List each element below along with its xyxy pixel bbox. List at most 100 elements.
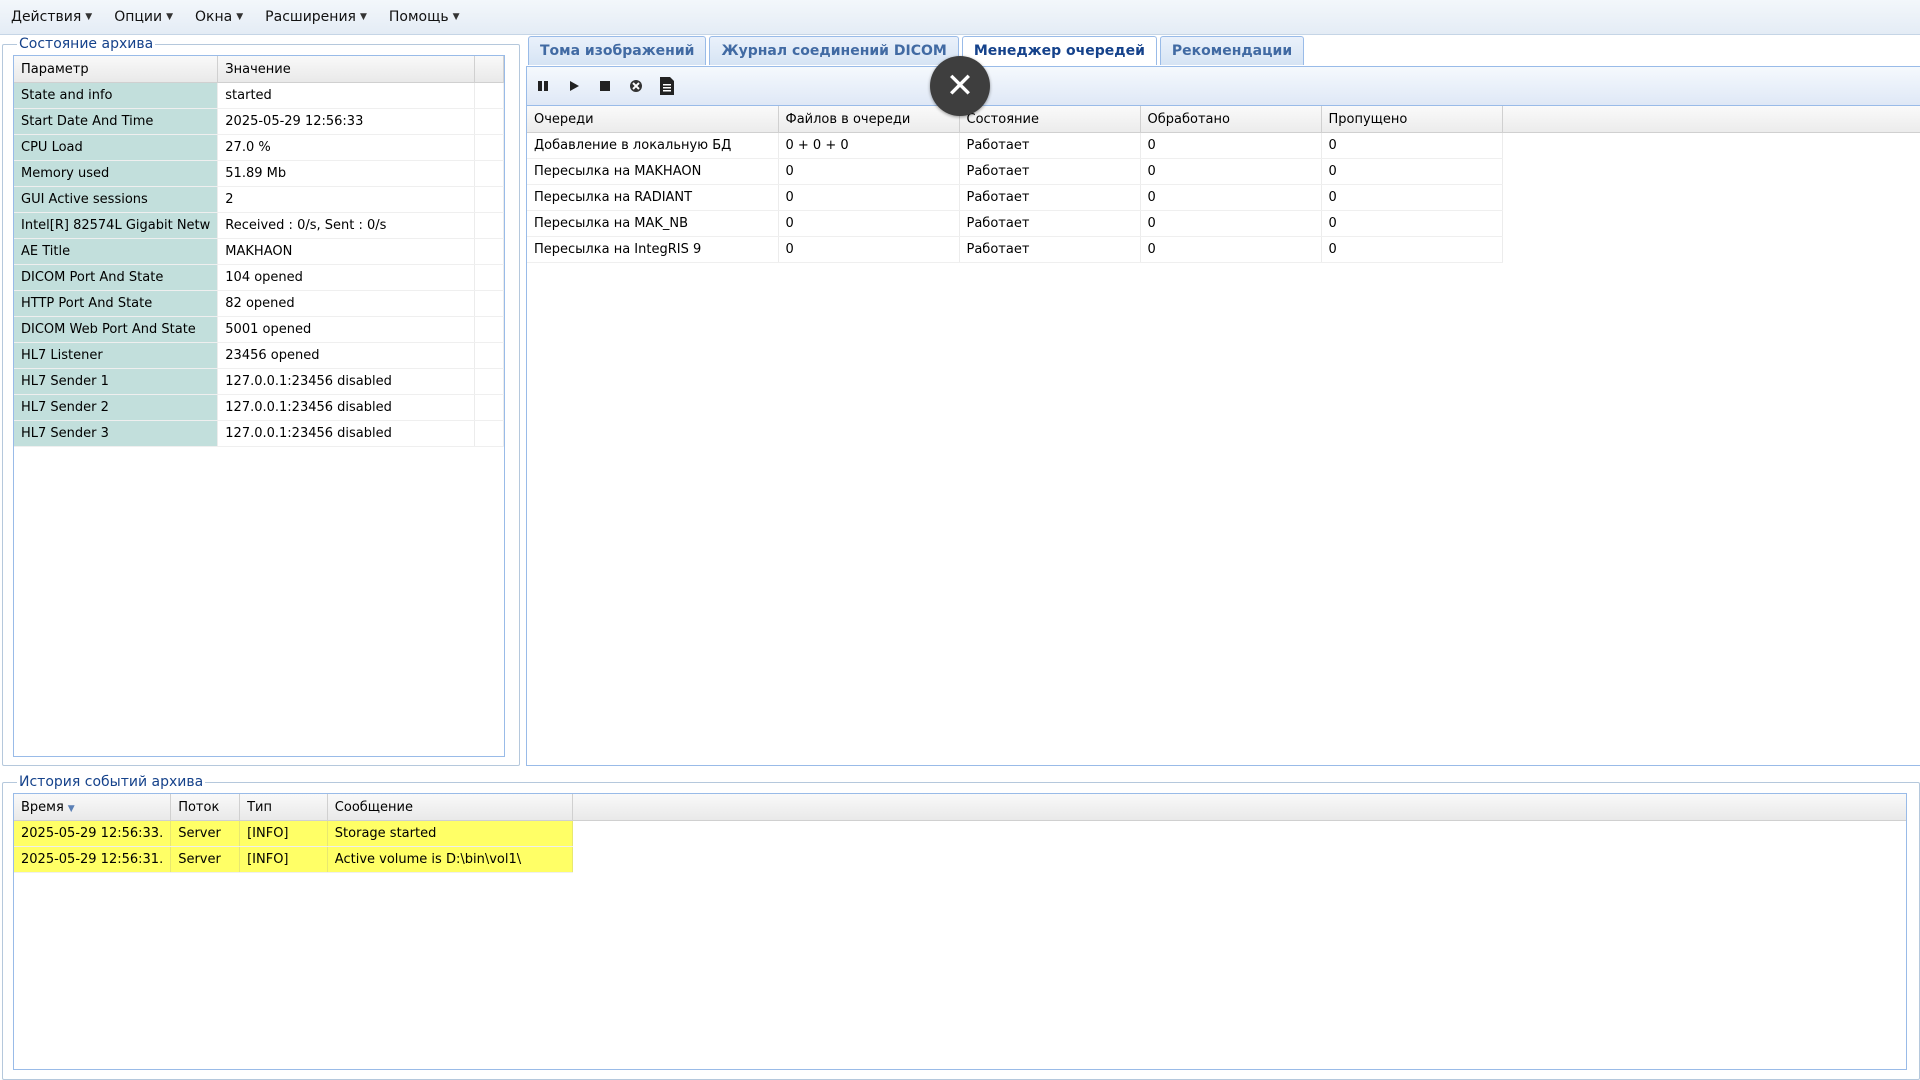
- table-row[interactable]: Memory used 51.89 Mb: [14, 160, 504, 187]
- parameter-cell: HL7 Sender 2: [14, 394, 219, 421]
- spacer-cell: [474, 186, 504, 213]
- value-cell: 104 opened: [217, 264, 475, 291]
- caret-down-icon: ▼: [236, 12, 244, 22]
- table-row[interactable]: AE Title MAKHAON: [14, 238, 504, 265]
- sort-descending-icon: ▼: [67, 803, 75, 814]
- spacer-cell: [1502, 237, 1920, 263]
- processed-cell: 0: [1140, 210, 1322, 237]
- spacer-cell: [474, 108, 504, 135]
- table-row[interactable]: Пересылка на MAK_NB 0 Работает 0 0: [527, 210, 1920, 237]
- column-header-files-in-queue[interactable]: Файлов в очереди: [778, 106, 960, 133]
- tab-image-volumes[interactable]: Тома изображений: [528, 36, 707, 65]
- column-header-queues[interactable]: Очереди: [527, 106, 779, 133]
- parameter-cell: HL7 Listener: [14, 342, 219, 369]
- clear-icon[interactable]: [626, 76, 646, 96]
- menu-options[interactable]: Опции ▼: [103, 0, 184, 34]
- queue-toolbar: [527, 67, 1920, 106]
- column-header-spacer: [1502, 106, 1920, 133]
- table-row[interactable]: 2025-05-29 12:56:33. Server [INFO] Storage …: [14, 820, 1906, 847]
- state-cell: Работает: [959, 132, 1141, 159]
- files-in-queue-cell: 0: [778, 210, 960, 237]
- spacer-cell: [1502, 211, 1920, 237]
- value-cell: 23456 opened: [217, 342, 475, 369]
- column-header-value[interactable]: Значение: [217, 56, 475, 83]
- table-row[interactable]: Пересылка на RADIANT 0 Работает 0 0: [527, 184, 1920, 211]
- table-row[interactable]: 2025-05-29 12:56:31. Server [INFO] Active v…: [14, 846, 1906, 873]
- processed-cell: 0: [1140, 236, 1322, 263]
- table-row[interactable]: HL7 Sender 1 127.0.0.1:23456 disabled: [14, 368, 504, 395]
- document-icon[interactable]: [657, 76, 677, 96]
- parameter-cell: Start Date And Time: [14, 108, 219, 135]
- table-row[interactable]: Intel[R] 82574L Gigabit Netw Received : 0…: [14, 212, 504, 239]
- menu-help[interactable]: Помощь ▼: [378, 0, 471, 34]
- message-cell: Storage started: [327, 820, 574, 847]
- table-row[interactable]: HL7 Sender 3 127.0.0.1:23456 disabled: [14, 420, 504, 447]
- pause-icon[interactable]: [533, 76, 553, 96]
- tab-recommendations[interactable]: Рекомендации: [1159, 36, 1305, 65]
- parameter-cell: GUI Active sessions: [14, 186, 219, 213]
- files-in-queue-cell: 0: [778, 158, 960, 185]
- queue-manager-panel: Очереди Файлов в очереди Состояние Обраб…: [526, 66, 1920, 766]
- table-row[interactable]: GUI Active sessions 2: [14, 186, 504, 213]
- column-header-type[interactable]: Тип: [239, 794, 328, 821]
- table-row[interactable]: Пересылка на IntegRIS 9 0 Работает 0 0: [527, 236, 1920, 263]
- spacer-cell: [474, 316, 504, 343]
- spacer-cell: [474, 420, 504, 447]
- queue-grid: Очереди Файлов в очереди Состояние Обраб…: [527, 106, 1920, 764]
- spacer-cell: [1502, 133, 1920, 159]
- column-header-time[interactable]: Время ▼: [14, 794, 172, 821]
- tab-dicom-connection-log[interactable]: Журнал соединений DICOM: [709, 36, 959, 65]
- parameter-cell: HTTP Port And State: [14, 290, 219, 317]
- column-header-state[interactable]: Состояние: [959, 106, 1141, 133]
- state-cell: Работает: [959, 236, 1141, 263]
- time-cell: 2025-05-29 12:56:33.: [14, 820, 172, 847]
- queue-name-cell: Пересылка на IntegRIS 9: [527, 236, 779, 263]
- parameter-cell: DICOM Port And State: [14, 264, 219, 291]
- skipped-cell: 0: [1321, 236, 1503, 263]
- type-cell: [INFO]: [239, 820, 328, 847]
- processed-cell: 0: [1140, 132, 1322, 159]
- tab-queue-manager[interactable]: Менеджер очередей: [961, 36, 1157, 65]
- column-header-processed[interactable]: Обработано: [1140, 106, 1322, 133]
- value-cell: 127.0.0.1:23456 disabled: [217, 368, 475, 395]
- spacer-cell: [1502, 159, 1920, 185]
- queue-name-cell: Пересылка на MAKHAON: [527, 158, 779, 185]
- queue-name-cell: Пересылка на MAK_NB: [527, 210, 779, 237]
- state-cell: Работает: [959, 158, 1141, 185]
- panel-title: Состояние архива: [19, 36, 154, 52]
- column-header-parameter[interactable]: Параметр: [14, 56, 219, 83]
- spacer-cell: [474, 212, 504, 239]
- caret-down-icon: ▼: [359, 12, 367, 22]
- table-row[interactable]: CPU Load 27.0 %: [14, 134, 504, 161]
- header-label: Время: [21, 799, 64, 815]
- value-cell: 2: [217, 186, 475, 213]
- table-row[interactable]: HL7 Listener 23456 opened: [14, 342, 504, 369]
- column-header-skipped[interactable]: Пропущено: [1321, 106, 1503, 133]
- table-row[interactable]: DICOM Web Port And State 5001 opened: [14, 316, 504, 343]
- table-row[interactable]: Пересылка на MAKHAON 0 Работает 0 0: [527, 158, 1920, 185]
- column-header-spacer: [572, 794, 1906, 821]
- files-in-queue-cell: 0: [778, 184, 960, 211]
- close-icon[interactable]: ✕: [930, 56, 990, 116]
- menu-extensions[interactable]: Расширения ▼: [254, 0, 378, 34]
- menu-label: Помощь: [388, 9, 449, 25]
- parameter-cell: HL7 Sender 3: [14, 420, 219, 447]
- table-row[interactable]: HTTP Port And State 82 opened: [14, 290, 504, 317]
- parameter-cell: State and info: [14, 82, 219, 109]
- parameter-cell: AE Title: [14, 238, 219, 265]
- stop-icon[interactable]: [595, 76, 615, 96]
- column-header-message[interactable]: Сообщение: [327, 794, 574, 821]
- menu-windows[interactable]: Окна ▼: [184, 0, 254, 34]
- column-header-thread[interactable]: Поток: [170, 794, 241, 821]
- value-cell: Received : 0/s, Sent : 0/s: [217, 212, 475, 239]
- value-cell: MAKHAON: [217, 238, 475, 265]
- spacer-cell: [474, 160, 504, 187]
- menu-actions[interactable]: Действия ▼: [0, 0, 103, 34]
- table-row[interactable]: DICOM Port And State 104 opened: [14, 264, 504, 291]
- menu-label: Расширения: [265, 9, 356, 25]
- table-row[interactable]: State and info started: [14, 82, 504, 109]
- play-icon[interactable]: [564, 76, 584, 96]
- table-row[interactable]: Добавление в локальную БД 0 + 0 + 0 Работа…: [527, 132, 1920, 159]
- table-row[interactable]: HL7 Sender 2 127.0.0.1:23456 disabled: [14, 394, 504, 421]
- table-row[interactable]: Start Date And Time 2025-05-29 12:56:33: [14, 108, 504, 135]
